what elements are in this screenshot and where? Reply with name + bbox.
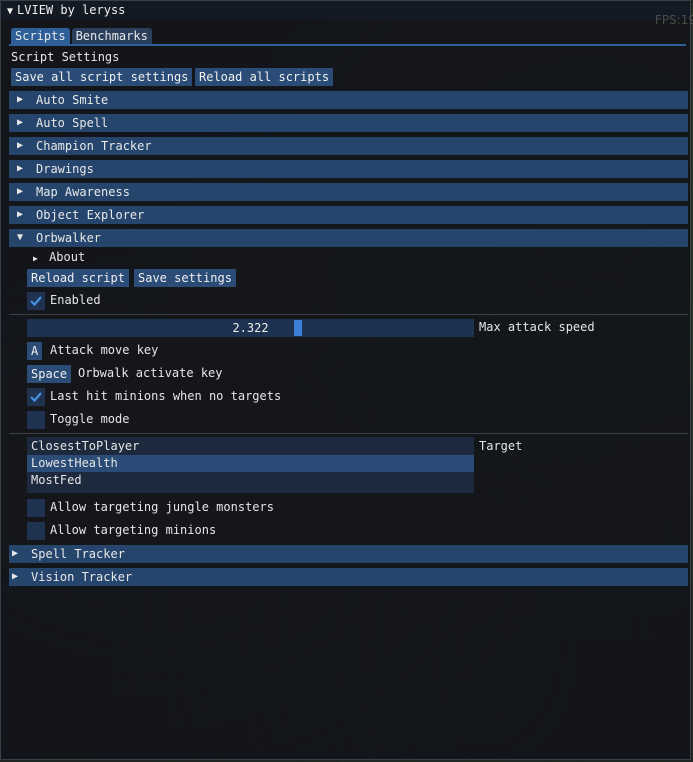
expand-triangle-icon: ▶ — [12, 571, 19, 582]
expand-triangle-icon: ▶ — [17, 117, 24, 128]
script-header-label: Spell Tracker — [31, 547, 125, 561]
script-header-auto-spell[interactable]: ▶ Auto Spell — [9, 114, 688, 132]
script-header-label: Auto Smite — [36, 93, 109, 107]
about-label: About — [49, 250, 86, 264]
enabled-label: Enabled — [50, 293, 101, 307]
save-all-settings-button[interactable]: Save all script settings — [11, 68, 193, 86]
expand-triangle-icon: ▶ — [17, 163, 24, 174]
checkmark-icon — [30, 296, 42, 307]
max-attack-speed-slider[interactable]: 2.322 — [27, 319, 474, 337]
script-header-map-awareness[interactable]: ▶ Map Awareness — [9, 183, 688, 201]
script-header-drawings[interactable]: ▶ Drawings — [9, 160, 688, 178]
collapse-triangle-icon[interactable]: ▼ — [7, 3, 13, 21]
expand-triangle-icon: ▶ — [17, 186, 24, 197]
toggle-mode-checkbox[interactable] — [27, 411, 45, 429]
tab-scripts[interactable]: Scripts — [11, 28, 70, 44]
orbwalk-key-label: Orbwalk activate key — [78, 366, 223, 380]
allow-minions-label: Allow targeting minions — [50, 523, 217, 537]
script-header-champion-tracker[interactable]: ▶ Champion Tracker — [9, 137, 688, 155]
fps-overlay: FPS:19 — [654, 13, 693, 27]
reload-script-button[interactable]: Reload script — [27, 269, 129, 287]
allow-jungle-checkbox[interactable] — [27, 499, 45, 517]
script-header-auto-smite[interactable]: ▶ Auto Smite — [9, 91, 688, 109]
tab-bar: Scripts Benchmarks — [11, 28, 154, 44]
script-header-object-explorer[interactable]: ▶ Object Explorer — [9, 206, 688, 224]
target-listbox[interactable]: ClosestToPlayer LowestHealth MostFed — [27, 437, 474, 493]
last-hit-checkbox[interactable] — [27, 388, 45, 406]
allow-jungle-label: Allow targeting jungle monsters — [50, 500, 274, 514]
attack-move-key-button[interactable]: A — [27, 342, 43, 360]
script-header-label: Champion Tracker — [36, 139, 152, 153]
list-item-selected[interactable]: LowestHealth — [27, 455, 474, 472]
script-header-orbwalker[interactable]: ▼ Orbwalker — [9, 229, 688, 247]
script-header-label: Drawings — [36, 162, 94, 176]
script-header-spell-tracker[interactable]: ▶ Spell Tracker — [9, 545, 688, 563]
checkmark-icon — [30, 392, 42, 403]
window-title: LVIEW by leryss — [17, 3, 126, 17]
script-header-label: Object Explorer — [36, 208, 145, 222]
script-header-label: Auto Spell — [36, 116, 109, 130]
list-item[interactable]: MostFed — [27, 472, 474, 489]
script-header-vision-tracker[interactable]: ▶ Vision Tracker — [9, 568, 688, 586]
max-attack-speed-label: Max attack speed — [479, 320, 595, 334]
enabled-checkbox[interactable] — [27, 292, 45, 310]
list-item[interactable]: ClosestToPlayer — [27, 438, 474, 455]
orbwalk-key-button[interactable]: Space — [27, 365, 72, 383]
section-title: Script Settings — [11, 50, 120, 64]
allow-minions-checkbox[interactable] — [27, 522, 45, 540]
script-header-label: Orbwalker — [36, 231, 102, 245]
expand-triangle-icon: ▶ — [17, 140, 24, 151]
reload-all-scripts-button[interactable]: Reload all scripts — [195, 68, 334, 86]
slider-value: 2.322 — [232, 321, 269, 335]
lview-window: ▼ LVIEW by leryss FPS:19 Scripts Benchmark… — [0, 0, 693, 760]
expand-triangle-icon: ▶ — [33, 254, 38, 263]
window-titlebar[interactable]: ▼ LVIEW by leryss — [1, 1, 690, 19]
save-settings-button[interactable]: Save settings — [134, 269, 236, 287]
toggle-mode-label: Toggle mode — [50, 412, 130, 426]
last-hit-label: Last hit minions when no targets — [50, 389, 282, 403]
attack-move-key-label: Attack move key — [50, 343, 159, 357]
expand-triangle-icon: ▶ — [17, 94, 24, 105]
collapse-triangle-icon: ▼ — [17, 232, 24, 243]
about-tree-node[interactable]: ▶ About — [33, 250, 85, 264]
separator — [9, 433, 688, 434]
tab-benchmarks[interactable]: Benchmarks — [71, 28, 152, 44]
script-header-label: Vision Tracker — [31, 570, 133, 584]
target-label: Target — [479, 439, 523, 453]
script-header-label: Map Awareness — [36, 185, 130, 199]
separator — [9, 314, 688, 315]
expand-triangle-icon: ▶ — [12, 548, 19, 559]
expand-triangle-icon: ▶ — [17, 209, 24, 220]
tab-underline — [9, 44, 686, 46]
